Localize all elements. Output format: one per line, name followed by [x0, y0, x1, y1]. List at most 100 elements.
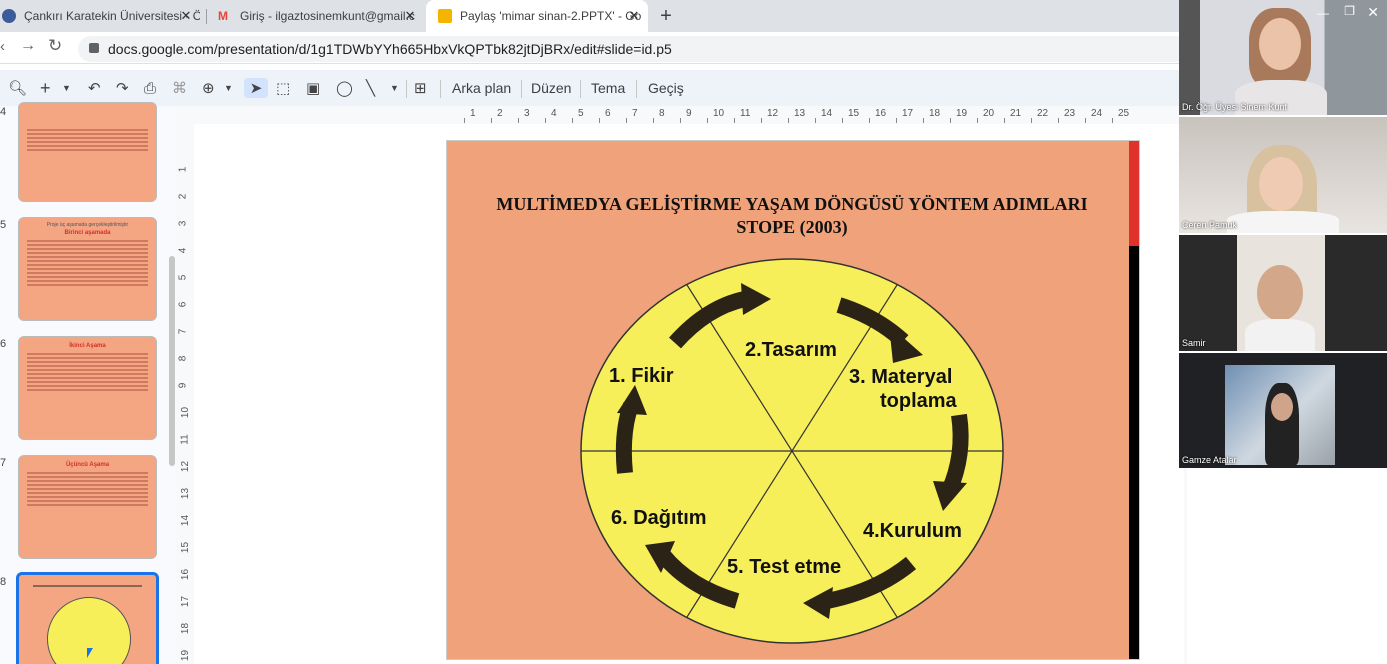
slide-thumbnail-7[interactable]: Üçüncü Aşama: [18, 455, 157, 559]
comment-icon[interactable]: ⊞: [414, 78, 427, 98]
ruler-tick-label: 1: [470, 108, 476, 119]
participant-name: Ceren Pamuk: [1182, 220, 1238, 230]
cycle-arrow-6: [615, 402, 639, 474]
horizontal-ruler: 1 2 3 4 5 6 7 8 9 10 11 12 13 14 15 16 17 18 19 20 21 22 23 24 2…: [446, 108, 1146, 124]
ruler-tick-label: 7: [177, 328, 189, 335]
participant-name: Samir: [1182, 338, 1206, 348]
slide-number: 4: [0, 106, 7, 118]
ruler-tick-mark: [680, 118, 681, 123]
image-icon[interactable]: ▣: [306, 78, 320, 98]
ruler-tick-label: 5: [578, 108, 584, 119]
line-icon[interactable]: ╲: [366, 78, 375, 98]
search-icon[interactable]: 🔍︎: [8, 78, 27, 98]
ruler-tick-mark: [761, 118, 762, 123]
forward-icon[interactable]: →: [20, 37, 36, 55]
tab-title: Giriş - ilgaztosinemkunt@gmail.c: [240, 9, 415, 23]
print-icon[interactable]: ⎙: [144, 78, 156, 98]
ruler-tick-mark: [1112, 118, 1113, 123]
participant-face: [1259, 18, 1301, 70]
ruler-tick-label: 3: [177, 220, 189, 227]
background-button[interactable]: Arka plan: [452, 80, 511, 96]
ruler-tick-label: 7: [632, 108, 638, 119]
new-slide-icon[interactable]: +: [40, 78, 51, 98]
ruler-tick-mark: [977, 118, 978, 123]
slide-thumbnail-5[interactable]: Proje üç aşamada gerçekleştirilmiştir Bi…: [18, 217, 157, 321]
ruler-tick-label: 6: [605, 108, 611, 119]
redo-icon[interactable]: ↷: [116, 78, 129, 98]
close-tab-icon[interactable]: ✕: [402, 8, 418, 24]
participant-video-2[interactable]: Ceren Pamuk: [1179, 117, 1387, 233]
ruler-tick-label: 21: [1010, 108, 1022, 119]
slide-title[interactable]: MULTİMEDYA GELİŞTİRME YAŞAM DÖNGÜSÜ YÖNT…: [462, 193, 1122, 239]
url-input[interactable]: docs.google.com/presentation/d/1g1TDWbYY…: [78, 36, 1188, 62]
step-1-label: 1. Fikir: [609, 365, 674, 387]
participant-video-4[interactable]: Gamze Atalar: [1179, 353, 1387, 468]
filmstrip-scrollbar[interactable]: [169, 256, 175, 466]
slide-thumbnail-4[interactable]: [18, 102, 157, 202]
ruler-tick-label: 17: [180, 595, 192, 608]
tab-title: Çankırı Karatekin Üniversitesi - Ö: [24, 9, 200, 23]
close-tab-icon[interactable]: ✕: [178, 8, 194, 24]
current-slide[interactable]: MULTİMEDYA GELİŞTİRME YAŞAM DÖNGÜSÜ YÖNT…: [446, 140, 1140, 660]
new-tab-button[interactable]: +: [654, 0, 678, 32]
lock-icon: [89, 43, 99, 53]
back-icon[interactable]: ‹: [0, 38, 5, 55]
ruler-tick-mark: [626, 118, 627, 123]
browser-tab-university[interactable]: Çankırı Karatekin Üniversitesi - Ö ✕: [0, 0, 200, 32]
slide-title-line2: STOPE (2003): [736, 217, 848, 237]
close-tab-icon[interactable]: ✕: [626, 8, 642, 24]
slides-toolbar: 🔍︎ + ▼ ↶ ↷ ⎙ ⌘ ⊕ ▼ ➤ ⬚ ▣ ◯ ╲ ▼ ⊞ Arka pl…: [0, 70, 1187, 106]
slide-number: 6: [0, 338, 7, 350]
layout-button[interactable]: Düzen: [531, 80, 571, 96]
ruler-tick-mark: [1058, 118, 1059, 123]
shape-icon[interactable]: ◯: [336, 78, 353, 98]
step-3-label: 3. Materyal: [849, 366, 952, 388]
ruler-tick-label: 2: [497, 108, 503, 119]
minimize-icon[interactable]: —: [1317, 6, 1329, 20]
ruler-tick-mark: [896, 118, 897, 123]
ruler-tick-mark: [734, 118, 735, 123]
step-3-label-line2: toplama: [880, 390, 958, 412]
chevron-down-icon[interactable]: ▼: [390, 78, 399, 98]
ruler-tick-label: 11: [179, 434, 191, 445]
paint-format-icon[interactable]: ⌘: [172, 78, 187, 98]
browser-tab-gmail[interactable]: M Giriş - ilgaztosinemkunt@gmail.c ✕: [212, 0, 424, 32]
chevron-down-icon[interactable]: ▼: [62, 78, 71, 98]
textbox-icon[interactable]: ⬚: [276, 78, 290, 98]
undo-icon[interactable]: ↶: [88, 78, 101, 98]
ruler-tick-label: 9: [177, 382, 189, 389]
theme-button[interactable]: Tema: [591, 80, 625, 96]
slide-thumbnail-6[interactable]: İkinci Aşama: [18, 336, 157, 440]
ruler-tick-label: 4: [177, 247, 189, 254]
transition-button[interactable]: Geçiş: [648, 80, 684, 96]
participant-video-3[interactable]: Samir: [1179, 235, 1387, 351]
close-icon[interactable]: ✕: [1367, 4, 1379, 21]
slide-title-line1: MULTİMEDYA GELİŞTİRME YAŞAM DÖNGÜSÜ YÖNT…: [496, 194, 1088, 214]
ruler-tick-mark: [518, 118, 519, 123]
chevron-down-icon[interactable]: ▼: [224, 78, 233, 98]
reload-icon[interactable]: ↻: [48, 36, 62, 56]
step-6-label: 6. Dağıtım: [611, 507, 707, 529]
participant-video-1[interactable]: — ❐ ✕ Dr. Öğr. Üyesi Sinem Kunt: [1179, 0, 1387, 115]
zoom-icon[interactable]: ⊕: [202, 78, 215, 98]
ruler-tick-label: 10: [180, 406, 192, 419]
tab-title: Paylaş 'mimar sinan-2.PPTX' - Go: [460, 9, 642, 23]
participant-face: [1259, 157, 1303, 211]
ruler-tick-label: 16: [875, 108, 887, 119]
ruler-tick-label: 10: [713, 108, 725, 119]
ruler-tick-mark: [950, 118, 951, 123]
step-2-label: 2.Tasarım: [745, 339, 837, 361]
browser-tab-slides[interactable]: Paylaş 'mimar sinan-2.PPTX' - Go ✕: [426, 0, 648, 32]
slide-red-bar: [1129, 141, 1139, 246]
lifecycle-diagram[interactable]: 1. Fikir 2.Tasarım 3. Materyal toplama 4…: [577, 255, 1007, 647]
slide-black-bar: [1129, 246, 1139, 659]
ruler-tick-mark: [464, 118, 465, 123]
ruler-tick-label: 23: [1064, 108, 1076, 119]
select-cursor-icon[interactable]: ➤: [244, 78, 268, 98]
slide-number: 5: [0, 219, 7, 231]
step-4-label: 4.Kurulum: [863, 520, 962, 542]
ruler-tick-label: 14: [821, 108, 833, 119]
ruler-tick-label: 25: [1118, 108, 1130, 119]
ruler-tick-mark: [491, 118, 492, 123]
maximize-icon[interactable]: ❐: [1344, 4, 1355, 18]
